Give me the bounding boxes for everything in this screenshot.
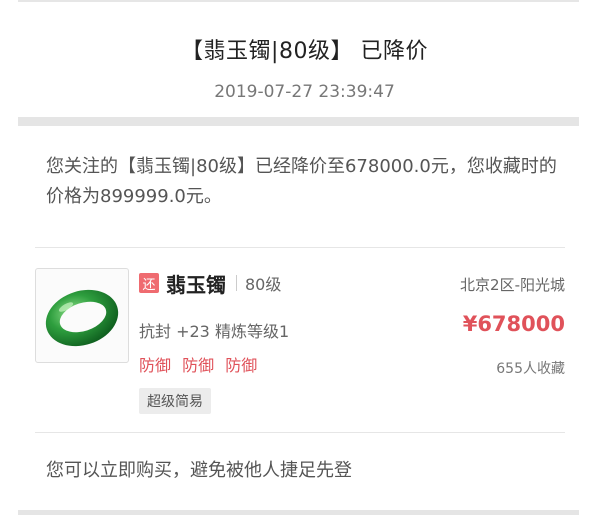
favorites-count: 655人收藏 [496, 361, 565, 377]
defense-label: 防御 [225, 356, 258, 375]
item-tag: 超级简易 [139, 388, 211, 414]
bottom-divider [18, 510, 579, 515]
notification-timestamp: 2019-07-27 23:39:47 [214, 82, 395, 102]
card-bottom-divider [35, 432, 565, 433]
notification-message: 您关注的【翡玉镯|80级】已经降价至678000.0元，您收藏时的价格为8999… [46, 156, 557, 207]
item-card[interactable]: 还 翡玉镯 80级 北京2区-阳光城 抗封 +23 精炼等级1 ¥678000 … [35, 268, 565, 418]
jade-bracelet-icon [45, 289, 119, 347]
name-separator [236, 275, 237, 291]
notification-page: 【翡玉镯|80级】 已降价 2019-07-27 23:39:47 您关注的【翡… [0, 0, 609, 515]
item-attributes: 抗封 +23 精炼等级1 [139, 322, 290, 341]
footer-message: 您可以立即购买，避免被他人捷足先登 [46, 460, 352, 481]
defense-label: 防御 [139, 356, 172, 375]
notification-header: 【翡玉镯|80级】 已降价 2019-07-27 23:39:47 [0, 0, 609, 120]
section-divider [18, 117, 579, 126]
item-level: 80级 [245, 275, 282, 294]
server-location: 北京2区-阳光城 [460, 276, 565, 294]
notification-title: 【翡玉镯|80级】 已降价 [181, 39, 428, 64]
defense-label: 防御 [182, 356, 215, 375]
defense-attributes: 防御 防御 防御 [139, 352, 263, 376]
item-name[interactable]: 翡玉镯 [166, 269, 226, 298]
return-badge: 还 [139, 273, 159, 293]
item-price: ¥678000 [462, 312, 565, 336]
item-thumbnail[interactable] [35, 268, 129, 363]
card-top-divider [35, 247, 565, 248]
